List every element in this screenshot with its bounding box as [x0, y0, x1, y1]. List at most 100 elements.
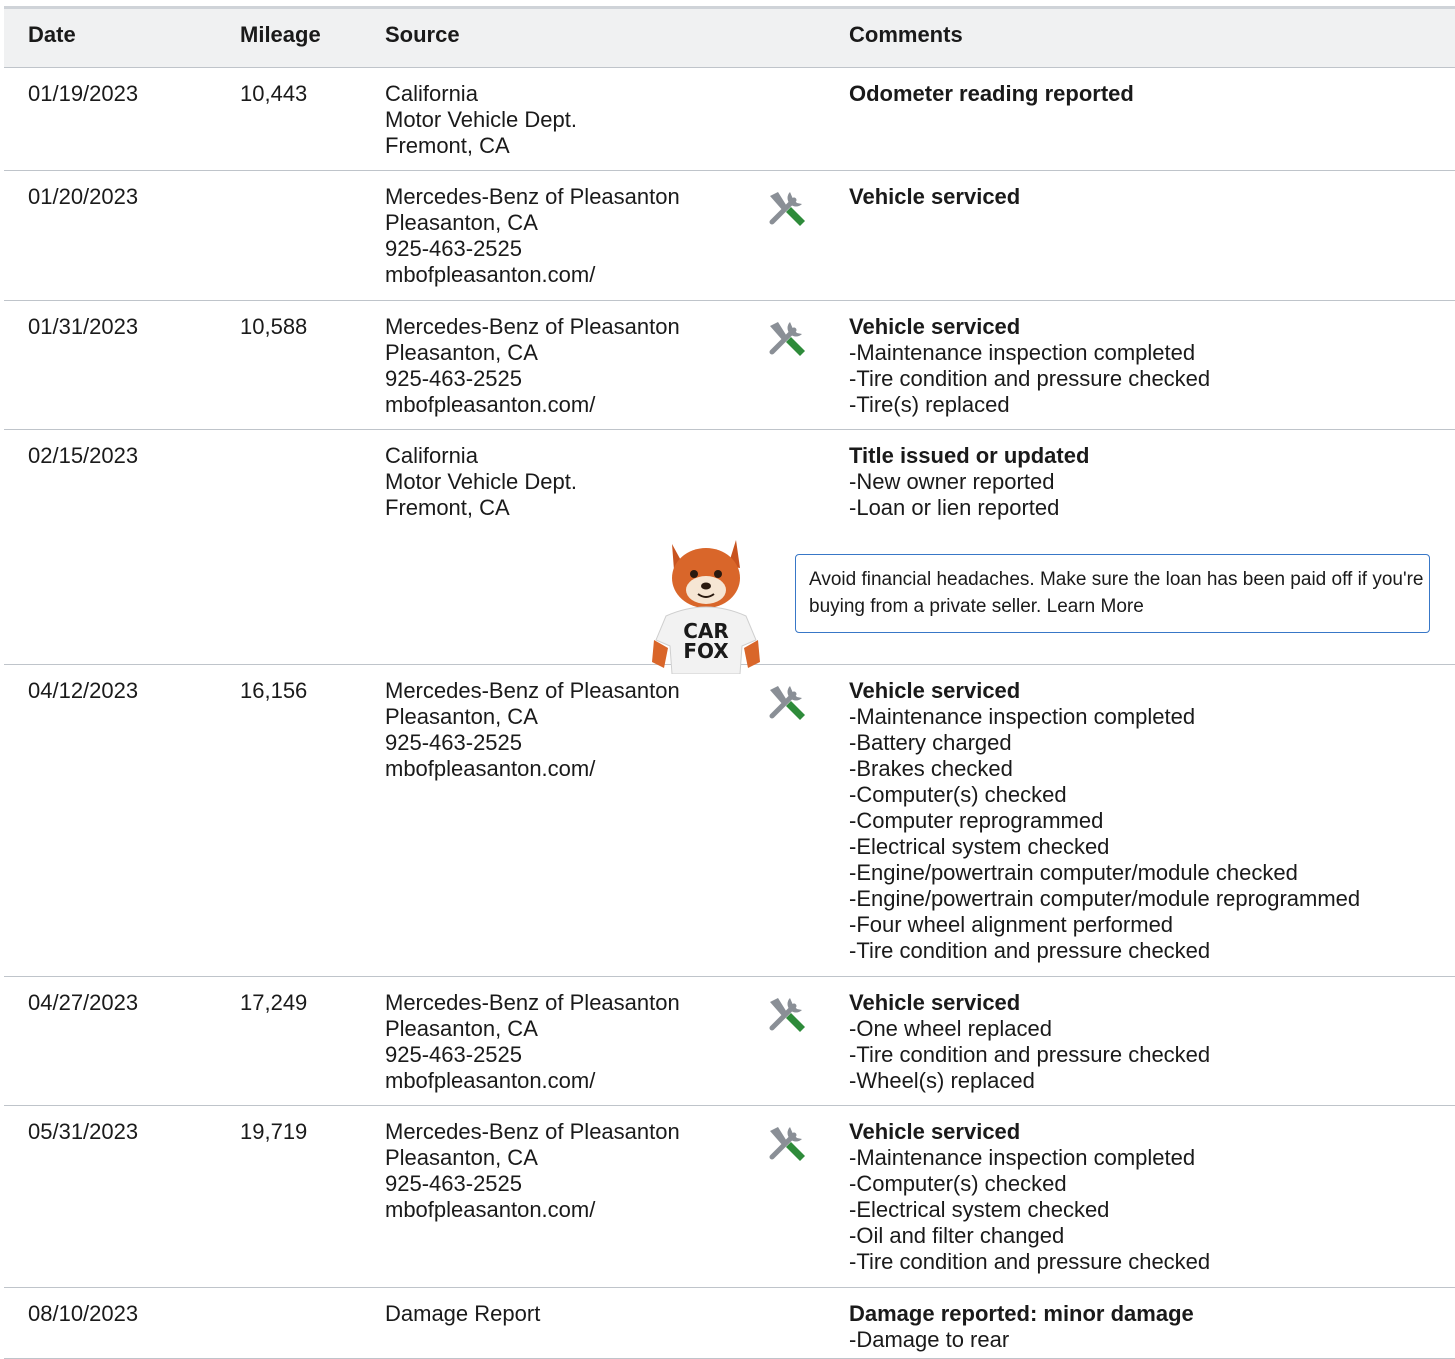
- source-cell: Mercedes-Benz of Pleasanton Pleasanton, C…: [385, 678, 680, 782]
- table-row: 08/10/2023 Damage Report Damage reported: …: [4, 1288, 1455, 1359]
- learn-more-link[interactable]: Learn More: [1047, 596, 1144, 617]
- table-row: 04/27/2023 17,249 Mercedes-Benz of Pleasan…: [4, 977, 1455, 1106]
- source-cell: Mercedes-Benz of Pleasanton Pleasanton, C…: [385, 990, 680, 1094]
- date-cell: 01/19/2023: [28, 81, 139, 106]
- table-row: 01/19/2023 10,443 California Motor Vehicle …: [4, 68, 1455, 171]
- comment-item: Tire condition and pressure checked: [849, 938, 1360, 964]
- comment-item: Electrical system checked: [849, 834, 1360, 860]
- source-line: Fremont, CA: [385, 495, 510, 520]
- comment-item: Brakes checked: [849, 756, 1360, 782]
- source-line: Motor Vehicle Dept.: [385, 469, 577, 494]
- comment-item: Battery charged: [849, 730, 1360, 756]
- source-line: Pleasanton, CA: [385, 1016, 538, 1041]
- comment-title: Odometer reading reported: [849, 81, 1134, 106]
- comment-title: Vehicle serviced: [849, 314, 1021, 339]
- source-line: California: [385, 443, 478, 468]
- source-line: 925-463-2525: [385, 366, 523, 391]
- comment-item: New owner reported: [849, 469, 1089, 495]
- comment-title: Vehicle serviced: [849, 184, 1021, 209]
- source-line: 925-463-2525: [385, 1171, 523, 1196]
- comment-title: Vehicle serviced: [849, 990, 1021, 1015]
- service-wrench-icon: [766, 318, 808, 360]
- source-website-link[interactable]: mbofpleasanton.com/: [385, 756, 680, 782]
- source-cell: California Motor Vehicle Dept. Fremont, CA: [385, 81, 577, 159]
- comments-cell: Vehicle serviced: [849, 184, 1020, 210]
- source-cell: Mercedes-Benz of Pleasanton Pleasanton, C…: [385, 1119, 680, 1223]
- date-cell: 04/12/2023: [28, 678, 139, 703]
- comment-item: Computer(s) checked: [849, 782, 1360, 808]
- table-row: 02/15/2023 California Motor Vehicle Dept. F…: [4, 430, 1455, 675]
- comment-item: Electrical system checked: [849, 1197, 1210, 1223]
- source-line: Mercedes-Benz of Pleasanton: [385, 990, 680, 1015]
- comment-item: Maintenance inspection completed: [849, 704, 1360, 730]
- vehicle-history-table: Date Mileage Source Comments 01/19/2023 1…: [4, 6, 1455, 1359]
- source-line: Mercedes-Benz of Pleasanton: [385, 678, 680, 703]
- source-line: Mercedes-Benz of Pleasanton: [385, 184, 680, 209]
- source-cell: Mercedes-Benz of Pleasanton Pleasanton, C…: [385, 314, 680, 418]
- comments-cell: Title issued or updatedNew owner reporte…: [849, 443, 1089, 521]
- source-line: Fremont, CA: [385, 133, 510, 158]
- comments-cell: Damage reported: minor damageDamage to r…: [849, 1301, 1194, 1353]
- date-cell: 08/10/2023: [28, 1301, 139, 1326]
- comment-item: Tire condition and pressure checked: [849, 1249, 1210, 1275]
- source-line: Mercedes-Benz of Pleasanton: [385, 1119, 680, 1144]
- service-wrench-icon: [766, 1123, 808, 1165]
- comment-title: Vehicle serviced: [849, 678, 1021, 703]
- source-line: Mercedes-Benz of Pleasanton: [385, 314, 680, 339]
- comment-item: Maintenance inspection completed: [849, 1145, 1210, 1171]
- comment-item: Tire condition and pressure checked: [849, 1042, 1210, 1068]
- mileage-cell: 10,588: [240, 314, 308, 339]
- header-mileage: Mileage: [240, 22, 321, 47]
- comments-cell: Vehicle servicedOne wheel replacedTire c…: [849, 990, 1210, 1094]
- source-website-link[interactable]: mbofpleasanton.com/: [385, 1068, 680, 1094]
- comment-item: Maintenance inspection completed: [849, 340, 1210, 366]
- carfox-mascot-image: CAR FOX: [644, 536, 769, 675]
- comments-cell: Vehicle servicedMaintenance inspection c…: [849, 678, 1360, 964]
- table-body: 01/19/2023 10,443 California Motor Vehicle …: [4, 68, 1455, 1359]
- comment-item: Oil and filter changed: [849, 1223, 1210, 1249]
- comment-item: Four wheel alignment performed: [849, 912, 1360, 938]
- source-website-link[interactable]: mbofpleasanton.com/: [385, 262, 680, 288]
- comment-item: One wheel replaced: [849, 1016, 1210, 1042]
- mileage-cell: 16,156: [240, 678, 308, 703]
- source-line: Pleasanton, CA: [385, 704, 538, 729]
- mileage-cell: 17,249: [240, 990, 308, 1015]
- comment-item: Engine/powertrain computer/module checke…: [849, 860, 1360, 886]
- header-date: Date: [28, 22, 76, 47]
- source-cell: Damage Report: [385, 1301, 540, 1327]
- comment-item: Tire(s) replaced: [849, 392, 1210, 418]
- comment-item: Damage to rear: [849, 1327, 1194, 1353]
- comment-item: Engine/powertrain computer/module reprog…: [849, 886, 1360, 912]
- date-cell: 01/31/2023: [28, 314, 139, 339]
- source-line: Pleasanton, CA: [385, 210, 538, 235]
- comment-item: Loan or lien reported: [849, 495, 1089, 521]
- loan-tip-callout: Avoid financial headaches. Make sure the…: [795, 554, 1430, 633]
- comment-title: Vehicle serviced: [849, 1119, 1021, 1144]
- comment-item: Wheel(s) replaced: [849, 1068, 1210, 1094]
- table-row: 01/31/2023 10,588 Mercedes-Benz of Pleasan…: [4, 301, 1455, 430]
- comments-cell: Vehicle servicedMaintenance inspection c…: [849, 1119, 1210, 1275]
- mileage-cell: 19,719: [240, 1119, 308, 1144]
- source-website-link[interactable]: mbofpleasanton.com/: [385, 392, 680, 418]
- mileage-cell: 10,443: [240, 81, 308, 106]
- source-line: California: [385, 81, 478, 106]
- date-cell: 04/27/2023: [28, 990, 139, 1015]
- table-row: 04/12/2023 16,156 Mercedes-Benz of Pleasan…: [4, 665, 1455, 977]
- service-wrench-icon: [766, 994, 808, 1036]
- source-line: Damage Report: [385, 1301, 541, 1326]
- date-cell: 02/15/2023: [28, 443, 139, 468]
- mascot-shirt-line-2: FOX: [683, 639, 729, 663]
- header-source: Source: [385, 22, 460, 47]
- comments-cell: Vehicle servicedMaintenance inspection c…: [849, 314, 1210, 418]
- source-line: Pleasanton, CA: [385, 340, 538, 365]
- service-wrench-icon: [766, 682, 808, 724]
- source-website-link[interactable]: mbofpleasanton.com/: [385, 1197, 680, 1223]
- comment-item: Tire condition and pressure checked: [849, 366, 1210, 392]
- comment-title: Title issued or updated: [849, 443, 1090, 468]
- source-cell: California Motor Vehicle Dept. Fremont, CA: [385, 443, 577, 521]
- header-comments: Comments: [849, 22, 963, 47]
- comment-item: Computer reprogrammed: [849, 808, 1360, 834]
- comment-title: Damage reported: minor damage: [849, 1301, 1194, 1326]
- comments-cell: Odometer reading reported: [849, 81, 1134, 107]
- date-cell: 05/31/2023: [28, 1119, 139, 1144]
